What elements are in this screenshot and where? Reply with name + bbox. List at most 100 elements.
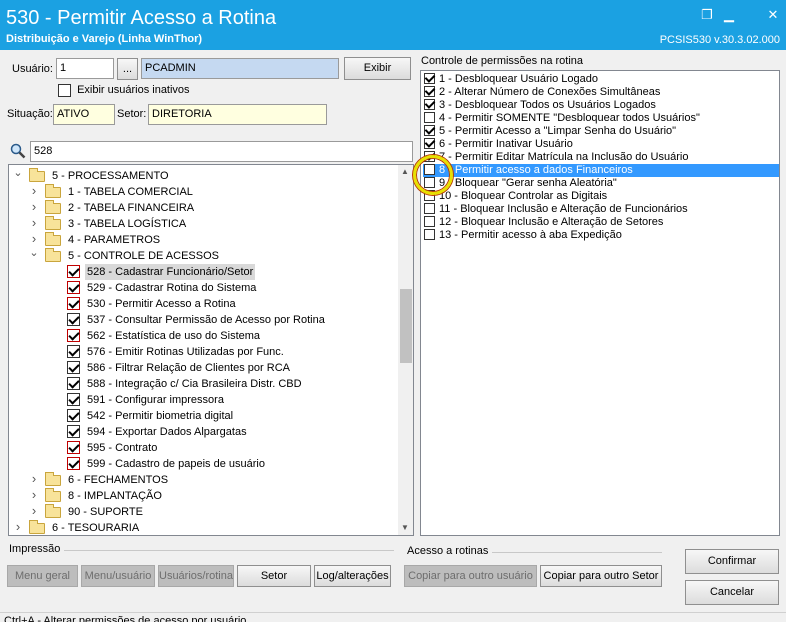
- permission-label: 6 - Permitir Inativar Usuário: [439, 138, 573, 150]
- expand-arrow-icon[interactable]: ›: [29, 183, 39, 199]
- permission-checkbox[interactable]: [424, 229, 435, 240]
- tree-routine-row[interactable]: 542 - Permitir biometria digital: [9, 408, 398, 424]
- tree-folder-row[interactable]: › 2 - TABELA FINANCEIRA: [9, 199, 398, 216]
- tree-routine-row[interactable]: 530 - Permitir Acesso a Rotina: [9, 296, 398, 312]
- routine-checkbox[interactable]: [67, 297, 80, 310]
- permission-item[interactable]: 11 - Bloquear Inclusão e Alteração de Fu…: [423, 203, 779, 216]
- permission-checkbox[interactable]: [424, 112, 435, 123]
- permission-checkbox[interactable]: [424, 86, 435, 97]
- collapse-arrow-icon[interactable]: ⌄: [29, 245, 39, 261]
- routine-checkbox[interactable]: [67, 345, 80, 358]
- tree-folder-row[interactable]: › 1 - TABELA COMERCIAL: [9, 183, 398, 200]
- tree-folder-row[interactable]: › 8 - IMPLANTAÇÃO: [9, 487, 398, 504]
- routine-checkbox[interactable]: [67, 281, 80, 294]
- minimize-icon[interactable]: ▁: [722, 8, 736, 22]
- permission-item[interactable]: 13 - Permitir acesso à aba Expedição: [423, 229, 779, 242]
- tree-scroll-thumb[interactable]: [400, 289, 412, 363]
- routine-checkbox[interactable]: [67, 409, 80, 422]
- tree-folder-row[interactable]: ⌄ 5 - CONTROLE DE ACESSOS: [9, 245, 398, 264]
- permission-checkbox[interactable]: [424, 99, 435, 110]
- folder-icon: [45, 472, 61, 486]
- permission-item[interactable]: 2 - Alterar Número de Conexões Simultâne…: [423, 86, 779, 99]
- tree-folder-label: 3 - TABELA LOGÍSTICA: [68, 218, 187, 230]
- usuario-code-input[interactable]: 1: [56, 58, 114, 79]
- tree-folder-label: 6 - FECHAMENTOS: [68, 474, 169, 486]
- permission-item[interactable]: 1 - Desbloquear Usuário Logado: [423, 73, 779, 86]
- routine-checkbox[interactable]: [67, 393, 80, 406]
- collapse-arrow-icon[interactable]: ⌄: [13, 165, 23, 181]
- tree-folder-row[interactable]: › 6 - FECHAMENTOS: [9, 471, 398, 488]
- setor-print-button[interactable]: Setor: [237, 565, 311, 587]
- tree-routine-label: 591 - Configurar impressora: [87, 394, 224, 406]
- tree-routine-row[interactable]: 528 - Cadastrar Funcionário/Setor: [9, 264, 398, 280]
- tree-scrollbar[interactable]: ▲ ▼: [398, 165, 413, 535]
- search-icon[interactable]: [10, 143, 26, 159]
- exibir-button[interactable]: Exibir: [344, 57, 411, 80]
- tree-folder-row[interactable]: ⌄ 5 - PROCESSAMENTO: [9, 165, 398, 184]
- copiar-setor-button[interactable]: Copiar para outro Setor: [540, 565, 662, 587]
- expand-arrow-icon[interactable]: ›: [29, 471, 39, 487]
- permission-item[interactable]: 5 - Permitir Acesso a "Limpar Senha do U…: [423, 125, 779, 138]
- routine-checkbox[interactable]: [67, 361, 80, 374]
- confirmar-button[interactable]: Confirmar: [685, 549, 779, 574]
- permission-item[interactable]: 8 - Permitir acesso a dados Financeiros: [423, 164, 779, 177]
- permission-checkbox[interactable]: [424, 125, 435, 136]
- permission-checkbox[interactable]: [424, 216, 435, 227]
- cancelar-button[interactable]: Cancelar: [685, 580, 779, 605]
- routine-checkbox[interactable]: [67, 313, 80, 326]
- copiar-usuario-button[interactable]: Copiar para outro usuário: [404, 565, 537, 587]
- routine-checkbox[interactable]: [67, 457, 80, 470]
- permissions-list[interactable]: 1 - Desbloquear Usuário Logado 2 - Altera…: [420, 70, 780, 536]
- scroll-up-icon[interactable]: ▲: [401, 167, 409, 176]
- tree-routine-row[interactable]: 537 - Consultar Permissão de Acesso por …: [9, 312, 398, 328]
- permission-checkbox[interactable]: [424, 203, 435, 214]
- tree-routine-row[interactable]: 595 - Contrato: [9, 440, 398, 456]
- permission-item[interactable]: 4 - Permitir SOMENTE "Desbloquear todos …: [423, 112, 779, 125]
- restore-icon[interactable]: ❐: [700, 8, 714, 22]
- tree-routine-row[interactable]: 529 - Cadastrar Rotina do Sistema: [9, 280, 398, 296]
- expand-arrow-icon[interactable]: ›: [29, 215, 39, 231]
- permission-checkbox[interactable]: [424, 138, 435, 149]
- routine-tree[interactable]: ⌄ 5 - PROCESSAMENTO › 1 - TABELA COMERCIAL ›…: [8, 164, 414, 536]
- tree-routine-row[interactable]: 576 - Emitir Rotinas Utilizadas por Func…: [9, 344, 398, 360]
- permission-item[interactable]: 9 - Bloquear "Gerar senha Aleatória": [423, 177, 779, 190]
- tree-routine-row[interactable]: 586 - Filtrar Relação de Clientes por RC…: [9, 360, 398, 376]
- scroll-down-icon[interactable]: ▼: [401, 523, 409, 532]
- expand-arrow-icon[interactable]: ›: [29, 199, 39, 215]
- menu-geral-button[interactable]: Menu geral: [7, 565, 78, 587]
- tree-routine-label: 595 - Contrato: [87, 442, 158, 454]
- log-alteracoes-button[interactable]: Log/alterações: [314, 565, 391, 587]
- tree-routine-row[interactable]: 562 - Estatística de uso do Sistema: [9, 328, 398, 344]
- tree-routine-row[interactable]: 594 - Exportar Dados Alpargatas: [9, 424, 398, 440]
- inactive-users-checkbox[interactable]: Exibir usuários inativos: [58, 84, 190, 97]
- search-input[interactable]: 528: [30, 141, 413, 162]
- tree-routine-row[interactable]: 588 - Integração c/ Cia Brasileira Distr…: [9, 376, 398, 392]
- tree-folder-row[interactable]: › 6 - TESOURARIA: [9, 519, 398, 535]
- tree-folder-row[interactable]: › 4 - PARAMETROS: [9, 231, 398, 248]
- tree-routine-row[interactable]: 591 - Configurar impressora: [9, 392, 398, 408]
- permission-label: 5 - Permitir Acesso a "Limpar Senha do U…: [439, 125, 677, 137]
- tree-folder-row[interactable]: › 3 - TABELA LOGÍSTICA: [9, 215, 398, 232]
- usuario-lookup-button[interactable]: ...: [117, 58, 138, 80]
- menu-usuario-button[interactable]: Menu/usuário: [81, 565, 155, 587]
- tree-folder-row[interactable]: › 90 - SUPORTE: [9, 503, 398, 520]
- routine-checkbox[interactable]: [67, 265, 80, 278]
- usuarios-rotina-button[interactable]: Usuários/rotina: [158, 565, 234, 587]
- cancelar-label: Cancelar: [709, 586, 755, 598]
- permission-item[interactable]: 12 - Bloquear Inclusão e Alteração de Se…: [423, 216, 779, 229]
- close-icon[interactable]: ✕: [766, 8, 780, 22]
- inactive-users-check[interactable]: [58, 84, 71, 97]
- permission-item[interactable]: 6 - Permitir Inativar Usuário: [423, 138, 779, 151]
- permission-item[interactable]: 3 - Desbloquear Todos os Usuários Logado…: [423, 99, 779, 112]
- routine-checkbox[interactable]: [67, 441, 80, 454]
- routine-checkbox[interactable]: [67, 377, 80, 390]
- permission-checkbox[interactable]: [424, 73, 435, 84]
- permission-item[interactable]: 7 - Permitir Editar Matrícula na Inclusã…: [423, 151, 779, 164]
- routine-checkbox[interactable]: [67, 425, 80, 438]
- expand-arrow-icon[interactable]: ›: [29, 487, 39, 503]
- tree-routine-row[interactable]: 599 - Cadastro de papeis de usuário: [9, 456, 398, 472]
- permission-item[interactable]: 10 - Bloquear Controlar as Digitais: [423, 190, 779, 203]
- routine-checkbox[interactable]: [67, 329, 80, 342]
- expand-arrow-icon[interactable]: ›: [29, 503, 39, 519]
- expand-arrow-icon[interactable]: ›: [13, 519, 23, 535]
